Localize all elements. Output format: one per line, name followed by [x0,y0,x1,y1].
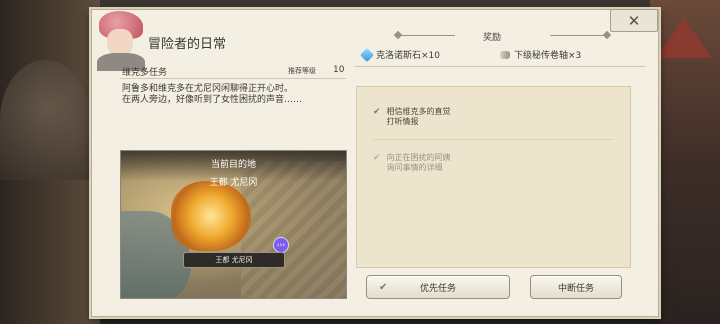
map-city-highlight [171,181,251,251]
crystal-icon [359,47,375,62]
reward-item: 下级秘传卷轴×3 [500,48,581,61]
check-icon: ✔ [379,281,388,293]
priority-button-label: 优先任务 [419,283,456,294]
divider [373,139,613,140]
character-portrait [91,9,149,71]
reward-item: 克洛诺斯石×10 [359,47,440,62]
recommended-level-label: 推荐等级 [288,67,316,75]
reward-ornament-right [550,35,610,36]
choice-line: 打听情报 [386,117,419,126]
scroll-icon [500,50,510,59]
description-line: 在两人旁边，好像听到了女性困扰的声音…… [122,95,303,105]
priority-quest-button[interactable]: ✔ 优先任务 [366,275,510,299]
choice-line: 向正在困扰的阿姨 [386,153,451,162]
reward-label: 克洛诺斯石×10 [376,51,440,61]
quest-name: 维克多任务 [122,68,168,78]
background-dome [0,60,90,180]
description-line: 阿鲁多和维克多在尤尼冈闲聊得正开心时。 [122,84,294,94]
divider [355,66,645,67]
abort-button-label: 中断任务 [557,283,594,294]
dialog-title: 冒险者的日常 [148,37,227,52]
check-icon: ✔ [373,153,381,163]
choice-line: 相信维克多的直觉 [386,107,451,116]
close-button[interactable]: ✕ [610,9,658,32]
map-destination-header: 当前目的地 [210,160,256,170]
background-roof [656,18,712,58]
quest-choices-panel: ✔ 相信维克多的直觉 打听情报 ✔ 向正在困扰的阿姨 询问事情的详细 [356,86,631,268]
map-location-tag: 王都 尤尼冈 [183,252,285,268]
reward-label: 下级秘传卷轴×3 [514,51,582,61]
divider [120,78,346,79]
destination-map[interactable]: 当前目的地 王都 尤尼冈 ››› 王都 尤尼冈 [120,150,347,299]
choice-option[interactable]: ✔ 相信维克多的直觉 打听情报 [373,107,451,127]
close-icon: ✕ [627,11,641,30]
quest-description: 阿鲁多和维克多在尤尼冈闲聊得正开心时。 在两人旁边，好像听到了女性困扰的声音…… [122,84,302,106]
reward-ornament-left [395,35,455,36]
abort-quest-button[interactable]: 中断任务 [530,275,622,299]
map-destination-region: 王都 尤尼冈 [209,178,258,188]
reward-title: 奖励 [483,33,502,43]
choice-option[interactable]: ✔ 向正在困扰的阿姨 询问事情的详细 [373,153,451,173]
recommended-level-value: 10 [333,65,345,75]
check-icon: ✔ [373,107,381,117]
map-pin-icon[interactable]: ››› [273,237,289,253]
choice-line: 询问事情的详细 [386,163,443,172]
